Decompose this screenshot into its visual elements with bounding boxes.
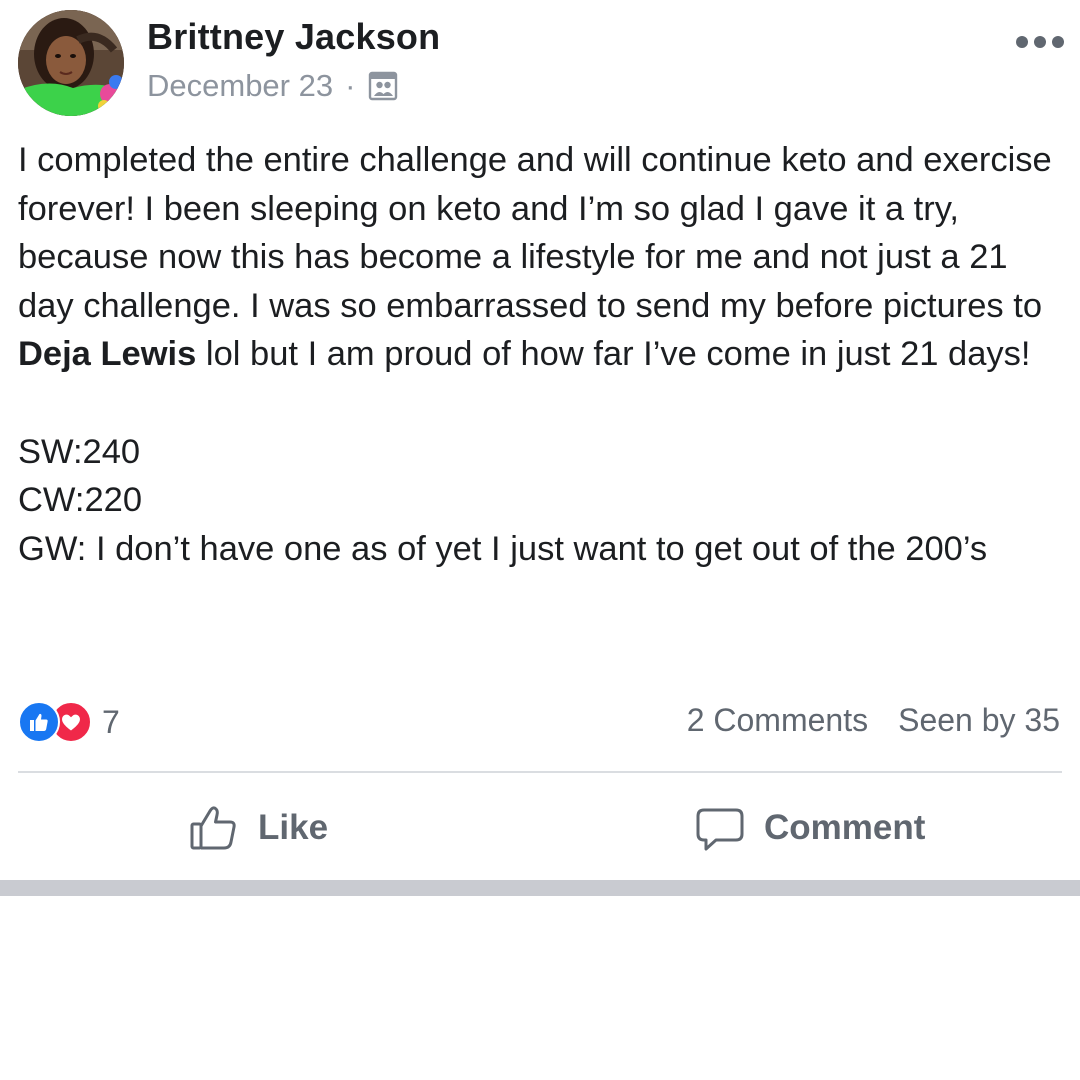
comments-count[interactable]: 2 Comments [687, 702, 868, 739]
meta-separator: · [345, 68, 356, 103]
friends-icon[interactable] [367, 70, 399, 102]
author-avatar[interactable] [18, 10, 124, 116]
more-options-icon[interactable] [1016, 32, 1064, 52]
post-card: Brittney Jackson December 23 · I complet… [0, 0, 1080, 880]
post-stats: 2 Comments Seen by 35 [687, 698, 1060, 742]
like-reaction-icon [18, 701, 60, 743]
feed-separator [0, 880, 1080, 896]
author-name[interactable]: Brittney Jackson [147, 16, 440, 58]
comment-button[interactable]: Comment [694, 798, 925, 858]
post-body: I completed the entire challenge and wil… [18, 136, 1068, 573]
seen-by-count[interactable]: Seen by 35 [898, 702, 1060, 739]
post-date[interactable]: December 23 [147, 68, 333, 104]
reactions-summary[interactable]: 7 [18, 700, 120, 744]
avatar-photo [18, 10, 124, 116]
reaction-count: 7 [102, 703, 120, 740]
thumbs-up-icon [188, 802, 240, 854]
post-meta: December 23 · [147, 66, 399, 106]
post-text-part-1: I completed the entire challenge and wil… [18, 141, 1052, 325]
comment-bubble-icon [694, 802, 746, 854]
like-label: Like [258, 808, 329, 847]
actions-divider [18, 771, 1062, 773]
like-button[interactable]: Like [188, 798, 328, 858]
comment-label: Comment [764, 808, 926, 847]
mention-link[interactable]: Deja Lewis [18, 335, 196, 373]
